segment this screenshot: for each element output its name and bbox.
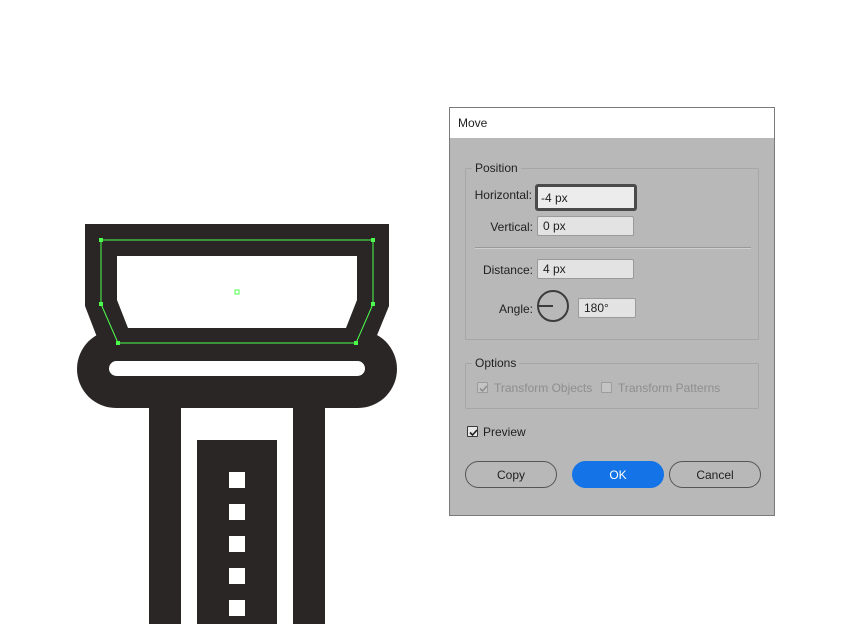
horizontal-label: Horizontal: bbox=[474, 188, 532, 202]
move-dialog: Move Position Horizontal: Vertical: Dist… bbox=[449, 107, 775, 516]
dialog-titlebar[interactable]: Move bbox=[450, 108, 774, 138]
options-legend: Options bbox=[472, 356, 520, 370]
copy-button[interactable]: Copy bbox=[465, 461, 557, 488]
tower-window bbox=[229, 504, 245, 520]
anchor-point[interactable] bbox=[371, 238, 375, 242]
distance-field[interactable] bbox=[537, 259, 634, 279]
dialog-title: Move bbox=[458, 116, 488, 130]
center-point bbox=[234, 289, 240, 295]
transform-patterns-checkbox[interactable] bbox=[601, 382, 612, 393]
ok-button[interactable]: OK bbox=[572, 461, 664, 488]
tower-window bbox=[229, 472, 245, 488]
transform-objects-checkbox[interactable] bbox=[477, 382, 488, 393]
position-group: Position Horizontal: Vertical: Distance:… bbox=[465, 161, 759, 340]
tower-platform-slot bbox=[109, 361, 365, 376]
vertical-field[interactable] bbox=[537, 216, 634, 236]
anchor-point[interactable] bbox=[99, 302, 103, 306]
transform-objects-label: Transform Objects bbox=[494, 381, 593, 395]
vertical-label: Vertical: bbox=[490, 220, 533, 234]
position-divider bbox=[475, 247, 751, 249]
transform-patterns-label: Transform Patterns bbox=[618, 381, 721, 395]
check-icon bbox=[479, 385, 488, 393]
anchor-point[interactable] bbox=[116, 341, 120, 345]
check-icon bbox=[469, 429, 478, 437]
tower-right-leg[interactable] bbox=[293, 408, 325, 624]
preview-label: Preview bbox=[483, 425, 526, 439]
horizontal-field[interactable] bbox=[535, 184, 637, 211]
tower-window bbox=[229, 568, 245, 584]
angle-dial[interactable] bbox=[537, 290, 569, 322]
tower-window bbox=[229, 600, 245, 616]
options-group: Options Transform Objects Transform Patt… bbox=[465, 356, 759, 409]
preview-checkbox[interactable] bbox=[467, 426, 478, 437]
angle-label: Angle: bbox=[498, 302, 533, 316]
tower-left-leg[interactable] bbox=[149, 408, 181, 624]
distance-label: Distance: bbox=[482, 263, 533, 277]
angle-field[interactable] bbox=[578, 298, 636, 318]
cancel-button[interactable]: Cancel bbox=[669, 461, 761, 488]
anchor-point[interactable] bbox=[371, 302, 375, 306]
anchor-point[interactable] bbox=[99, 238, 103, 242]
tower-basket-shape[interactable] bbox=[85, 224, 389, 345]
tower-center-column[interactable] bbox=[197, 440, 277, 624]
tower-window bbox=[229, 536, 245, 552]
anchor-point[interactable] bbox=[354, 341, 358, 345]
position-legend: Position bbox=[472, 161, 521, 175]
